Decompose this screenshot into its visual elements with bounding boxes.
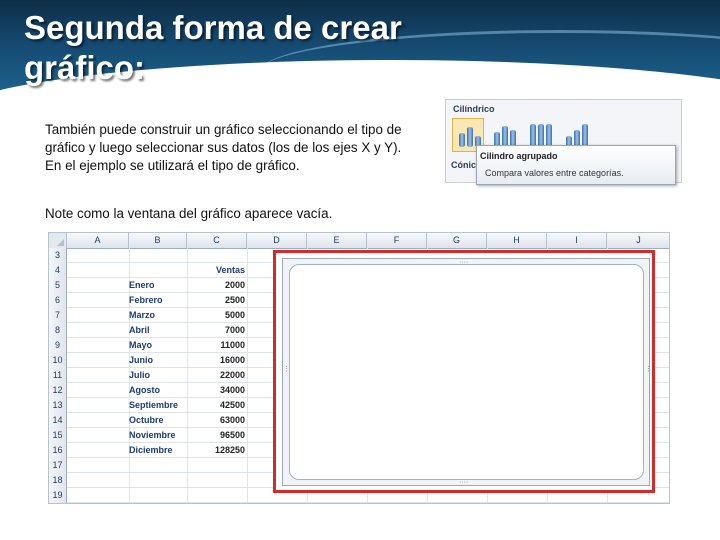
- instruction-paragraph: También puede construir un gráfico selec…: [45, 122, 402, 173]
- ventas-header-cell[interactable]: Ventas: [129, 263, 245, 278]
- column-header-f[interactable]: F: [367, 233, 427, 248]
- value-cell[interactable]: 42500: [129, 398, 245, 413]
- value-cell[interactable]: 7000: [129, 323, 245, 338]
- column-header-j[interactable]: J: [607, 233, 669, 248]
- row-number[interactable]: 7: [49, 308, 67, 323]
- column-header-c[interactable]: C: [187, 233, 247, 248]
- gallery-category-label-cone: Cónic: [451, 160, 477, 170]
- chart-resize-handle-top[interactable]: ····: [459, 259, 468, 266]
- row-number[interactable]: 10: [49, 353, 67, 368]
- tooltip-description: Compara valores entre categorías.: [485, 168, 624, 178]
- value-cell[interactable]: 2500: [129, 293, 245, 308]
- row-number[interactable]: 15: [49, 428, 67, 443]
- note-paragraph: Note como la ventana del gráfico aparece…: [45, 206, 333, 221]
- value-cell[interactable]: 63000: [129, 413, 245, 428]
- column-header-a[interactable]: A: [67, 233, 129, 248]
- slide-title: Segunda forma de crear gráfico:: [24, 9, 402, 86]
- value-cell[interactable]: 2000: [129, 278, 245, 293]
- chart-type-tooltip: Cilindro agrupado Compara valores entre …: [476, 145, 676, 185]
- column-header-g[interactable]: G: [427, 233, 487, 248]
- column-header-h[interactable]: H: [487, 233, 547, 248]
- column-header-e[interactable]: E: [307, 233, 367, 248]
- value-cell[interactable]: 22000: [129, 368, 245, 383]
- column-headers: A B C D E F G H I J: [49, 233, 669, 249]
- row-number[interactable]: 19: [49, 488, 67, 503]
- tooltip-title: Cilindro agrupado: [480, 151, 558, 161]
- row-number[interactable]: 12: [49, 383, 67, 398]
- row-number[interactable]: 3: [49, 248, 67, 263]
- row-number[interactable]: 13: [49, 398, 67, 413]
- row-number[interactable]: 11: [49, 368, 67, 383]
- value-cell[interactable]: 128250: [129, 443, 245, 458]
- column-header-b[interactable]: B: [129, 233, 187, 248]
- select-all-corner[interactable]: [49, 233, 67, 248]
- value-cell[interactable]: 11000: [129, 338, 245, 353]
- empty-chart-plot-area[interactable]: [289, 264, 644, 480]
- column-header-d[interactable]: D: [247, 233, 307, 248]
- value-cell[interactable]: 16000: [129, 353, 245, 368]
- row-number[interactable]: 5: [49, 278, 67, 293]
- row-number[interactable]: 6: [49, 293, 67, 308]
- row-number[interactable]: 9: [49, 338, 67, 353]
- value-cell[interactable]: 5000: [129, 308, 245, 323]
- row-number[interactable]: 18: [49, 473, 67, 488]
- row-number[interactable]: 4: [49, 263, 67, 278]
- value-cell[interactable]: 34000: [129, 383, 245, 398]
- row-number[interactable]: 14: [49, 413, 67, 428]
- chart-resize-handle-right[interactable]: ⋮: [645, 366, 652, 373]
- value-cell[interactable]: 96500: [129, 428, 245, 443]
- chart-resize-handle-bottom[interactable]: ····: [459, 479, 468, 486]
- row-number[interactable]: 8: [49, 323, 67, 338]
- gallery-category-label: Cilíndrico: [453, 104, 495, 114]
- row-number[interactable]: 16: [49, 443, 67, 458]
- column-header-i[interactable]: I: [547, 233, 607, 248]
- row-number[interactable]: 17: [49, 458, 67, 473]
- chart-resize-handle-left[interactable]: ⋮: [283, 366, 290, 373]
